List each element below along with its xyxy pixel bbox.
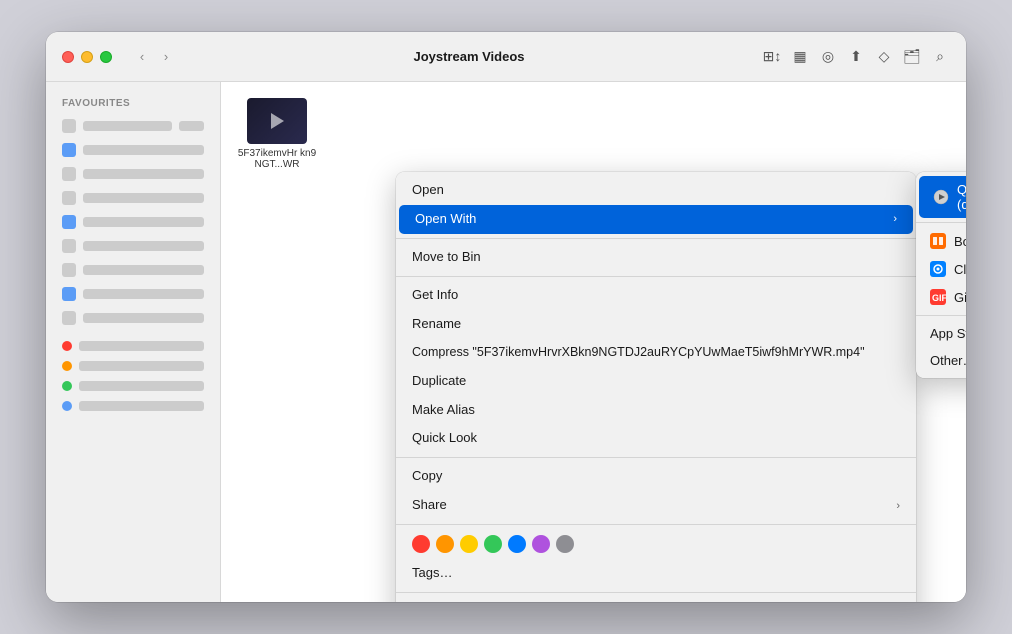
books-icon — [930, 233, 946, 249]
traffic-lights — [62, 51, 112, 63]
finder-window: ‹ › Joystream Videos ⊞↕ ▦ ◎ ⬆ ◇ 🗂 ⌕ Favo… — [46, 32, 966, 602]
view-toggle-icon[interactable]: ⊞↕ — [762, 47, 782, 67]
list-item[interactable] — [54, 139, 212, 161]
list-item[interactable] — [54, 115, 212, 137]
minimize-button[interactable] — [81, 51, 93, 63]
sidebar-favourites-label: Favourites — [54, 94, 212, 113]
chevron-right-icon: › — [893, 212, 897, 226]
list-item[interactable] — [54, 377, 212, 395]
search-icon[interactable]: ⌕ — [930, 47, 950, 67]
submenu-item-cleanshot[interactable]: CleanShot X — [916, 255, 966, 283]
list-item[interactable] — [54, 307, 212, 329]
sidebar: Favourites — [46, 82, 221, 602]
share-icon[interactable]: ⬆ — [846, 47, 866, 67]
open-with-submenu: QuickTime Player (default) Books — [916, 172, 966, 378]
list-item[interactable] — [54, 283, 212, 305]
submenu-separator — [916, 222, 966, 223]
submenu-separator — [916, 315, 966, 316]
submenu-item-books[interactable]: Books — [916, 227, 966, 255]
file-area: 5F37ikemvHr kn9NGT...WR Open Open With ›… — [221, 82, 966, 602]
maximize-button[interactable] — [100, 51, 112, 63]
list-item[interactable] — [54, 211, 212, 233]
window-title: Joystream Videos — [188, 49, 750, 64]
menu-item-open-with[interactable]: Open With › — [399, 205, 913, 234]
titlebar-controls: ⊞↕ ▦ ◎ ⬆ ◇ 🗂 ⌕ — [762, 47, 950, 67]
submenu-item-quicktime[interactable]: QuickTime Player (default) — [919, 176, 966, 218]
menu-separator — [396, 276, 916, 277]
file-icon-inner — [247, 98, 307, 144]
file-name-label: 5F37ikemvHr kn9NGT...WR — [237, 148, 317, 170]
chevron-right-icon: › — [896, 499, 900, 513]
badge-icon[interactable]: ◎ — [818, 47, 838, 67]
submenu-item-other[interactable]: Other… — [916, 347, 966, 374]
group-icon[interactable]: ▦ — [790, 47, 810, 67]
menu-separator — [396, 592, 916, 593]
tag-icon[interactable]: ◇ — [874, 47, 894, 67]
svg-text:GIF: GIF — [932, 293, 946, 303]
list-item[interactable] — [54, 259, 212, 281]
menu-item-move-to-bin[interactable]: Move to Bin — [396, 243, 916, 272]
menu-item-compress[interactable]: Compress "5F37ikemvHrvrXBkn9NGTDJ2auRYCp… — [396, 338, 916, 366]
tag-red[interactable] — [412, 535, 430, 553]
content-area: Favourites — [46, 82, 966, 602]
menu-item-get-info[interactable]: Get Info — [396, 281, 916, 310]
list-item[interactable] — [54, 357, 212, 375]
gifski-icon: GIF — [930, 289, 946, 305]
menu-item-open[interactable]: Open — [396, 176, 916, 205]
forward-button[interactable]: › — [156, 47, 176, 67]
cleanshot-icon — [930, 261, 946, 277]
list-item[interactable] — [54, 163, 212, 185]
menu-separator — [396, 457, 916, 458]
tag-gray[interactable] — [556, 535, 574, 553]
menu-separator — [396, 238, 916, 239]
menu-item-make-alias[interactable]: Make Alias — [396, 396, 916, 425]
menu-item-tags[interactable]: Tags… — [396, 559, 916, 588]
list-item[interactable] — [54, 337, 212, 355]
tag-green[interactable] — [484, 535, 502, 553]
submenu-item-gifski[interactable]: GIF Gifski — [916, 283, 966, 311]
submenu-item-app-store[interactable]: App Store… — [916, 320, 966, 347]
tag-purple[interactable] — [532, 535, 550, 553]
titlebar: ‹ › Joystream Videos ⊞↕ ▦ ◎ ⬆ ◇ 🗂 ⌕ — [46, 32, 966, 82]
file-icon — [247, 98, 307, 144]
menu-item-rename[interactable]: Rename — [396, 310, 916, 339]
file-thumbnail[interactable]: 5F37ikemvHr kn9NGT...WR — [237, 98, 317, 170]
list-item[interactable] — [54, 397, 212, 415]
tag-yellow[interactable] — [460, 535, 478, 553]
tag-orange[interactable] — [436, 535, 454, 553]
menu-separator — [396, 524, 916, 525]
menu-item-show-preview[interactable]: Show Preview Options — [396, 597, 916, 602]
menu-item-copy[interactable]: Copy — [396, 462, 916, 491]
list-item[interactable] — [54, 187, 212, 209]
quicktime-icon — [933, 189, 949, 205]
tag-blue[interactable] — [508, 535, 526, 553]
list-item[interactable] — [54, 235, 212, 257]
context-menu: Open Open With › Move to Bin Get Info Re… — [396, 172, 916, 602]
play-icon — [271, 113, 284, 129]
tags-color-row — [396, 529, 916, 559]
nav-buttons: ‹ › — [132, 47, 176, 67]
folder-icon[interactable]: 🗂 — [902, 47, 922, 67]
close-button[interactable] — [62, 51, 74, 63]
menu-item-share[interactable]: Share › — [396, 491, 916, 520]
menu-item-duplicate[interactable]: Duplicate — [396, 367, 916, 396]
menu-item-quick-look[interactable]: Quick Look — [396, 424, 916, 453]
back-button[interactable]: ‹ — [132, 47, 152, 67]
